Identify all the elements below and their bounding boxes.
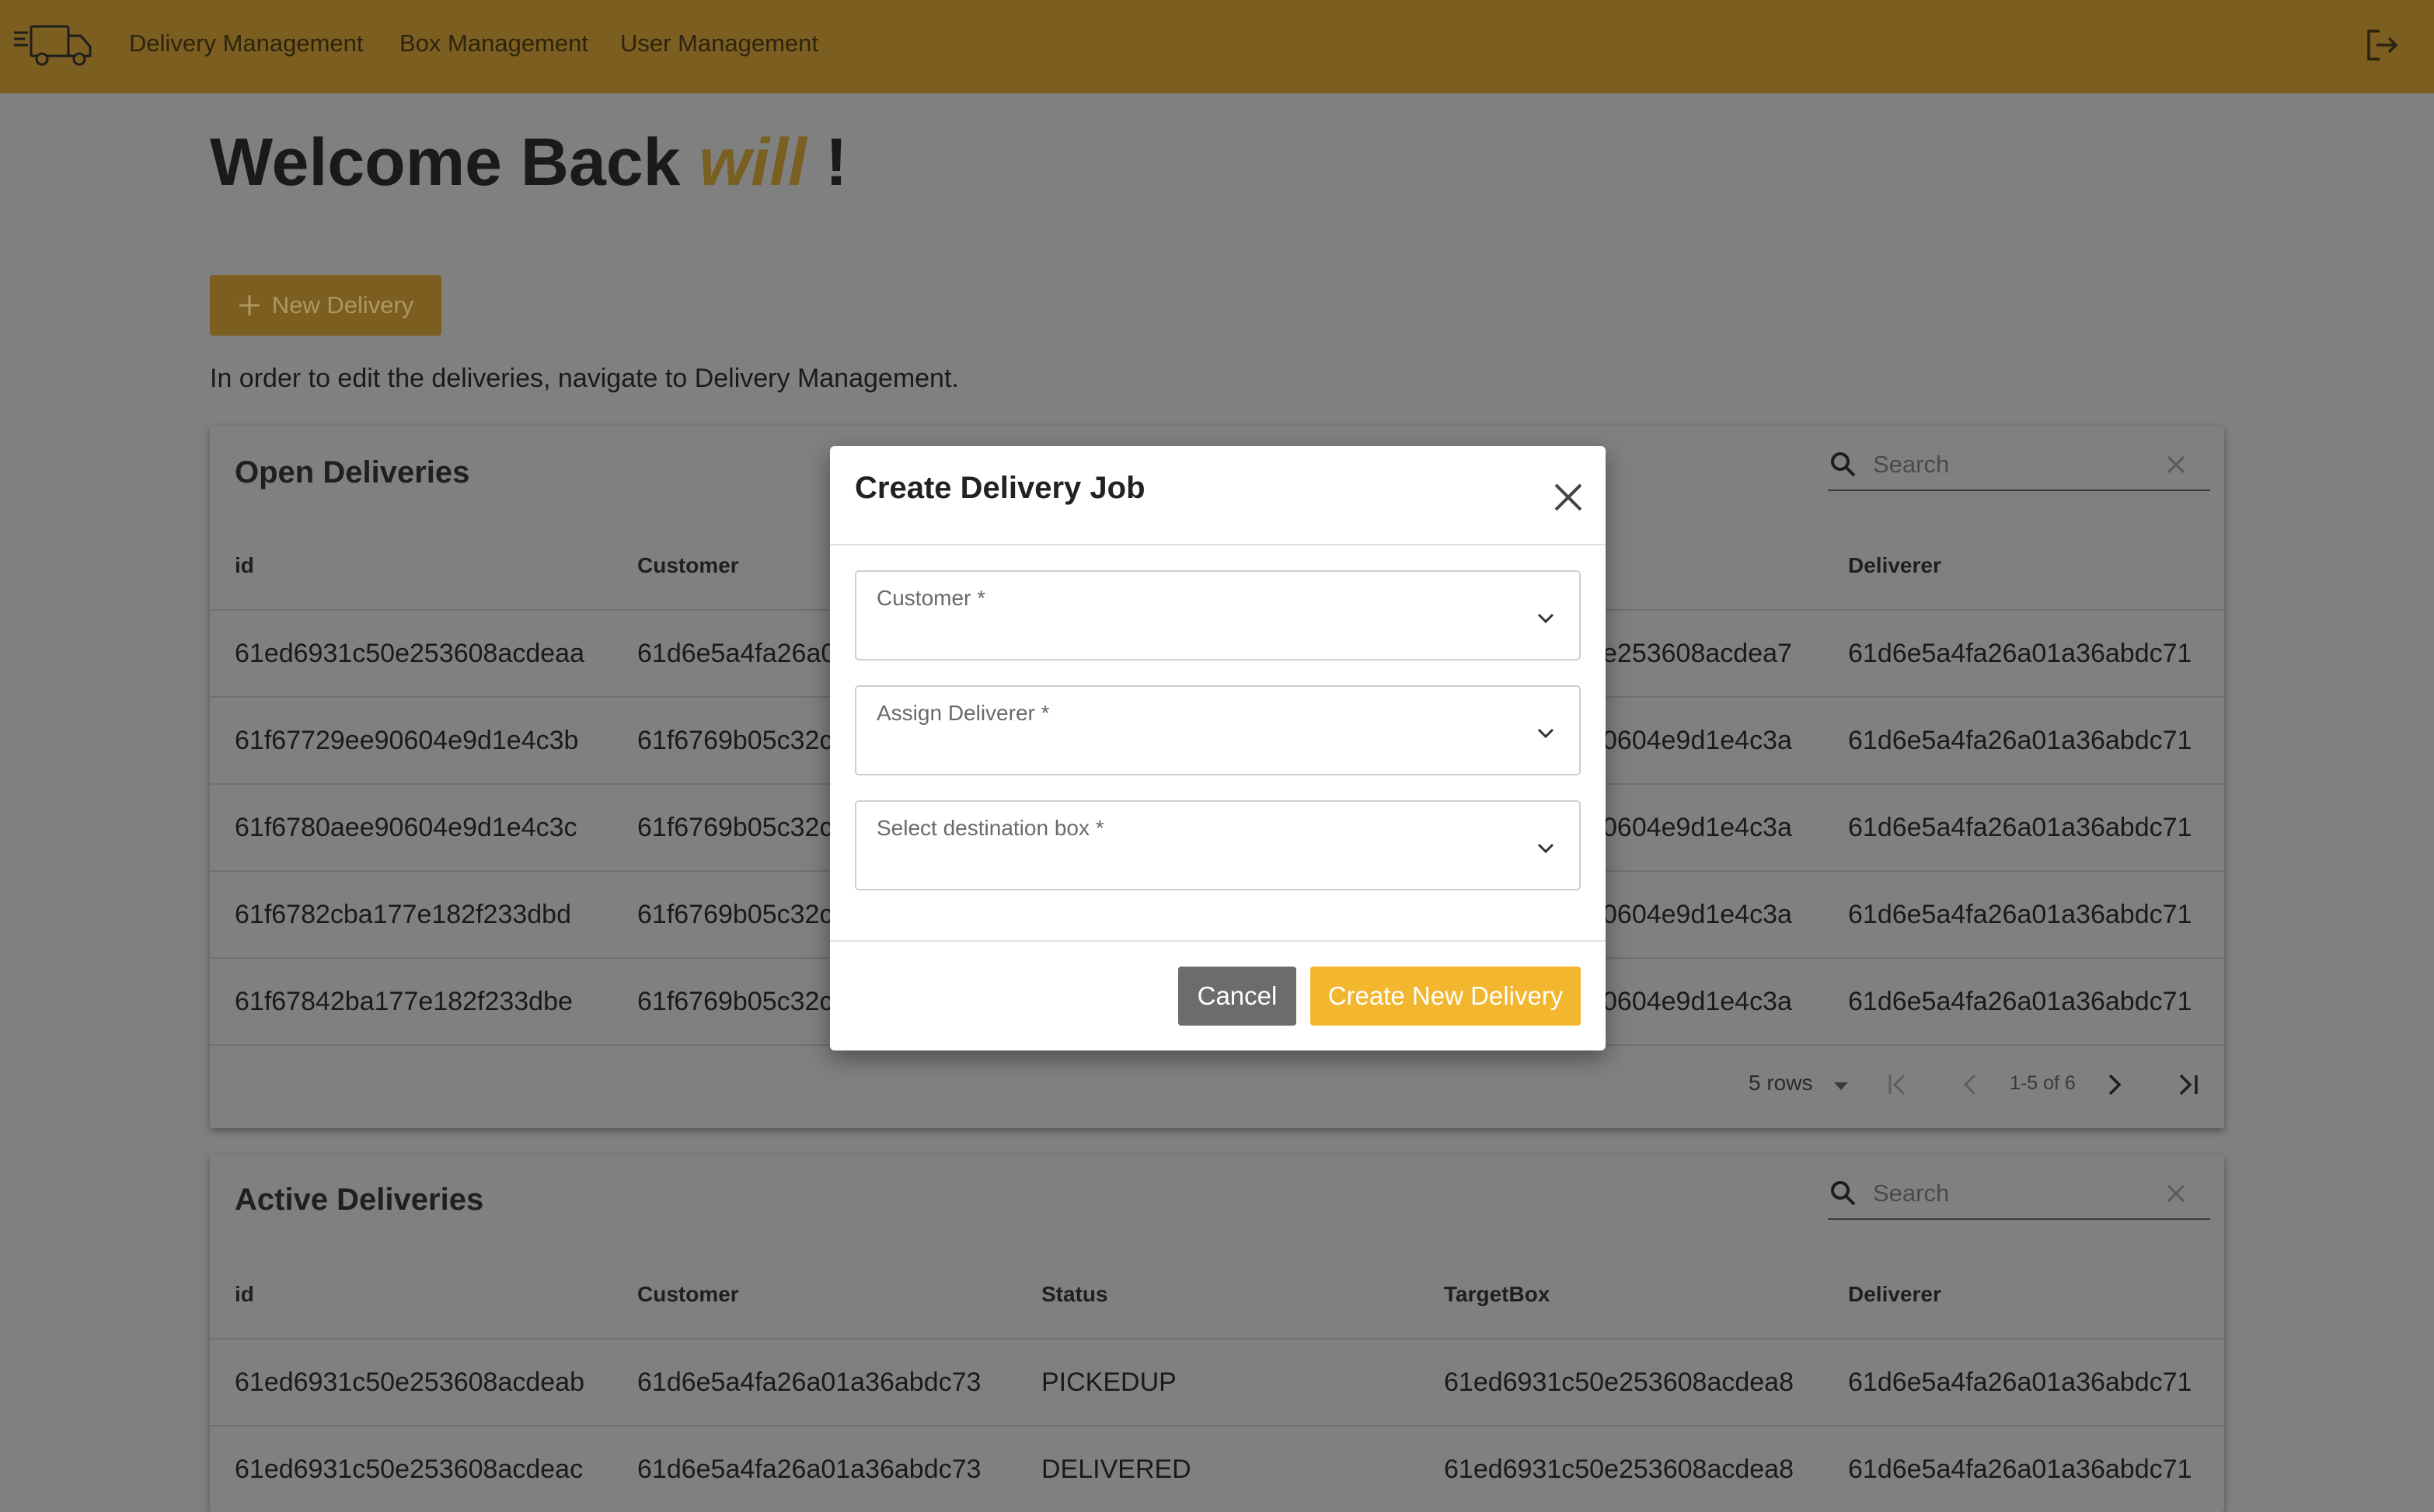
cell-id: 61f6780aee90604e9d1e4c3c (235, 813, 577, 842)
cell-deliverer: 61d6e5a4fa26a01a36abdc71 (1848, 813, 2192, 842)
close-icon[interactable] (1550, 479, 1587, 516)
search-icon (1831, 1181, 1856, 1206)
create-new-delivery-button[interactable]: Create New Delivery (1310, 967, 1581, 1026)
logout-icon[interactable] (2364, 28, 2400, 62)
cell-id: 61ed6931c50e253608acdeac (235, 1455, 584, 1484)
destination-box-select[interactable]: Select destination box * (855, 800, 1581, 890)
open-deliveries-search (1828, 441, 2210, 491)
table-row[interactable]: 61ed6931c50e253608acdeac 61d6e5a4fa26a01… (210, 1425, 2224, 1512)
cell-customer: 61f6769b05c32c (637, 900, 833, 929)
nav-delivery-management[interactable]: Delivery Management (129, 30, 364, 57)
cell-target-box: 61ed6931c50e253608acdea8 (1444, 1455, 1794, 1484)
customer-select-label: Customer * (877, 586, 986, 610)
top-navbar: Delivery Management Box Management User … (0, 0, 2434, 93)
cell-target-box: e253608acdea7 (1602, 639, 1792, 668)
new-delivery-label: New Delivery (271, 291, 414, 319)
pagination-range: 1-5 of 6 (2010, 1072, 2076, 1094)
column-header-customer[interactable]: Customer (637, 553, 739, 578)
modal-title: Create Delivery Job (855, 471, 1146, 505)
deliverer-select[interactable]: Assign Deliverer * (855, 685, 1581, 775)
cell-id: 61f6782cba177e182f233dbd (235, 900, 571, 929)
cell-customer: 61d6e5a4fa26a01a36abdc73 (637, 1367, 982, 1397)
modal-header-divider (830, 544, 1606, 545)
last-page-icon[interactable] (2171, 1068, 2206, 1102)
nav-user-management[interactable]: User Management (620, 30, 818, 57)
cell-customer: 61f6769b05c32c (637, 726, 833, 755)
active-deliveries-title: Active Deliveries (235, 1183, 484, 1217)
cell-id: 61f67729ee90604e9d1e4c3b (235, 726, 579, 755)
chevron-down-icon (1537, 613, 1554, 624)
cancel-button[interactable]: Cancel (1178, 967, 1296, 1026)
welcome-prefix: Welcome Back (210, 125, 681, 200)
active-deliveries-search (1828, 1170, 2210, 1220)
column-header-target-box[interactable]: TargetBox (1444, 1282, 1550, 1307)
chevron-down-icon (1537, 843, 1554, 854)
clear-search-icon[interactable] (2162, 1179, 2190, 1207)
cell-customer: 61d6e5a4fa26a0 (637, 639, 836, 668)
cell-deliverer: 61d6e5a4fa26a01a36abdc71 (1848, 726, 2192, 755)
nav-box-management[interactable]: Box Management (399, 30, 588, 57)
column-header-deliverer[interactable]: Deliverer (1848, 553, 1941, 578)
customer-select[interactable]: Customer * (855, 570, 1581, 660)
cell-deliverer: 61d6e5a4fa26a01a36abdc71 (1848, 1367, 2192, 1397)
truck-icon[interactable] (12, 23, 93, 68)
cell-target-box: 0604e9d1e4c3a (1602, 900, 1792, 929)
plus-icon (239, 295, 260, 315)
cell-deliverer: 61d6e5a4fa26a01a36abdc71 (1848, 900, 2192, 929)
welcome-heading: Welcome Back will ! (210, 124, 848, 201)
cell-id: 61f67842ba177e182f233dbe (235, 987, 573, 1016)
modal-footer-divider (830, 940, 1606, 942)
cell-target-box: 0604e9d1e4c3a (1602, 987, 1792, 1016)
next-page-icon[interactable] (2097, 1068, 2131, 1102)
welcome-username: will (699, 125, 807, 200)
cell-id: 61ed6931c50e253608acdeab (235, 1367, 585, 1397)
deliverer-select-label: Assign Deliverer * (877, 701, 1050, 725)
table-row[interactable]: 61ed6931c50e253608acdeab 61d6e5a4fa26a01… (210, 1338, 2224, 1425)
column-header-status[interactable]: Status (1041, 1282, 1108, 1307)
cell-customer: 61f6769b05c32c (637, 813, 833, 842)
search-icon (1831, 452, 1856, 477)
cell-customer: 61d6e5a4fa26a01a36abdc73 (637, 1455, 982, 1484)
open-deliveries-search-input[interactable] (1871, 446, 2154, 483)
caret-down-icon[interactable] (1831, 1075, 1851, 1096)
active-deliveries-search-input[interactable] (1871, 1175, 2154, 1212)
cell-target-box: 61ed6931c50e253608acdea8 (1444, 1367, 1794, 1397)
column-header-id[interactable]: id (235, 553, 254, 578)
cell-deliverer: 61d6e5a4fa26a01a36abdc71 (1848, 1455, 2192, 1484)
open-deliveries-title: Open Deliveries (235, 455, 470, 489)
cell-deliverer: 61d6e5a4fa26a01a36abdc71 (1848, 639, 2192, 668)
cell-status: PICKEDUP (1041, 1367, 1177, 1397)
first-page-icon[interactable] (1881, 1068, 1915, 1102)
create-delivery-modal: Create Delivery Job Customer * Assign De… (830, 446, 1606, 1050)
column-header-deliverer[interactable]: Deliverer (1848, 1282, 1941, 1307)
cell-target-box: 0604e9d1e4c3a (1602, 813, 1792, 842)
edit-hint-text: In order to edit the deliveries, navigat… (210, 364, 959, 393)
new-delivery-button[interactable]: New Delivery (210, 275, 441, 336)
cell-customer: 61f6769b05c32c (637, 987, 833, 1016)
destination-box-select-label: Select destination box * (877, 816, 1104, 840)
rows-per-page-select[interactable]: 5 rows (1749, 1071, 1812, 1096)
cell-target-box: 0604e9d1e4c3a (1602, 726, 1792, 755)
column-header-id[interactable]: id (235, 1282, 254, 1307)
chevron-down-icon (1537, 728, 1554, 739)
pagination-bar: 5 rows 1-5 of 6 (210, 1044, 2224, 1130)
column-header-customer[interactable]: Customer (637, 1282, 739, 1307)
clear-search-icon[interactable] (2162, 451, 2190, 479)
welcome-suffix: ! (825, 125, 848, 200)
cell-deliverer: 61d6e5a4fa26a01a36abdc71 (1848, 987, 2192, 1016)
active-deliveries-card: Active Deliveries id Customer Status Tar… (210, 1155, 2224, 1512)
previous-page-icon[interactable] (1954, 1068, 1988, 1102)
cell-status: DELIVERED (1041, 1455, 1191, 1484)
cell-id: 61ed6931c50e253608acdeaa (235, 639, 585, 668)
